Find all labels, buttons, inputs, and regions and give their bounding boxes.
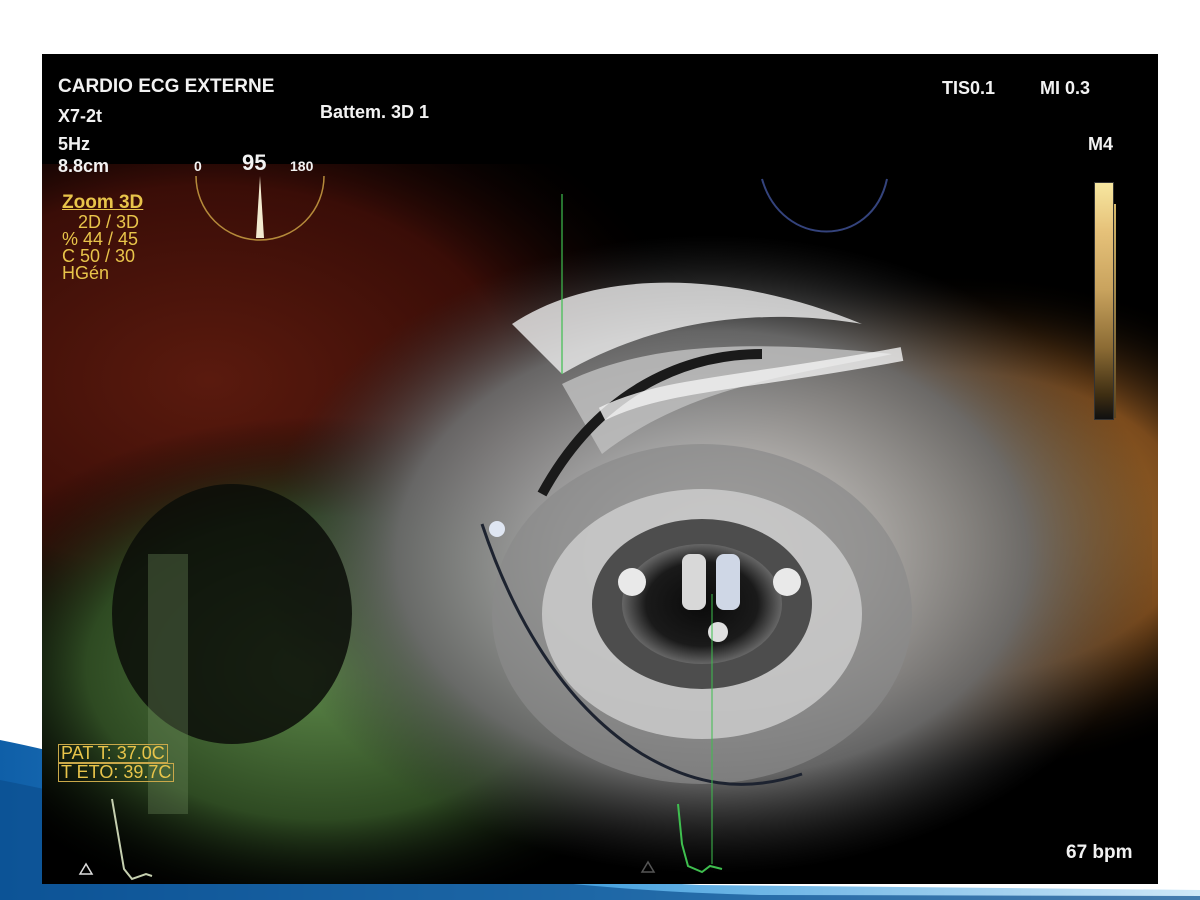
preset-label: CARDIO ECG EXTERNE [58,76,275,97]
patient-temperature: PAT T: 37.0C [58,744,168,763]
zoom-line-gain: HGén [62,263,110,283]
tis-readout: TIS0.1 [942,78,996,98]
probe-label: X7-2t [58,106,103,126]
frequency-label: 5Hz [58,134,91,154]
angle-dial-icon [195,175,325,241]
zoom-3d-title: Zoom 3D [62,192,144,213]
depth-label: 8.8cm [58,156,110,176]
colormap-bar [1094,182,1114,420]
map-label: M4 [1088,134,1114,154]
mi-readout: MI 0.3 [1040,78,1091,98]
temperature-panel: PAT T: 37.0C T ETO: 39.7C [58,744,175,782]
zoom-3d-panel: Zoom 3D 2D / 3D % 44 / 45 C 50 / 30 HGén [62,192,143,282]
heart-rate-readout: 67 bpm [1066,842,1133,863]
probe-temperature: T ETO: 39.7C [58,763,175,782]
ultrasound-screen: CARDIO ECG EXTERNE X7-2t 5Hz 8.8cm Batte… [42,54,1158,884]
mode-label: Battem. 3D 1 [320,102,430,122]
